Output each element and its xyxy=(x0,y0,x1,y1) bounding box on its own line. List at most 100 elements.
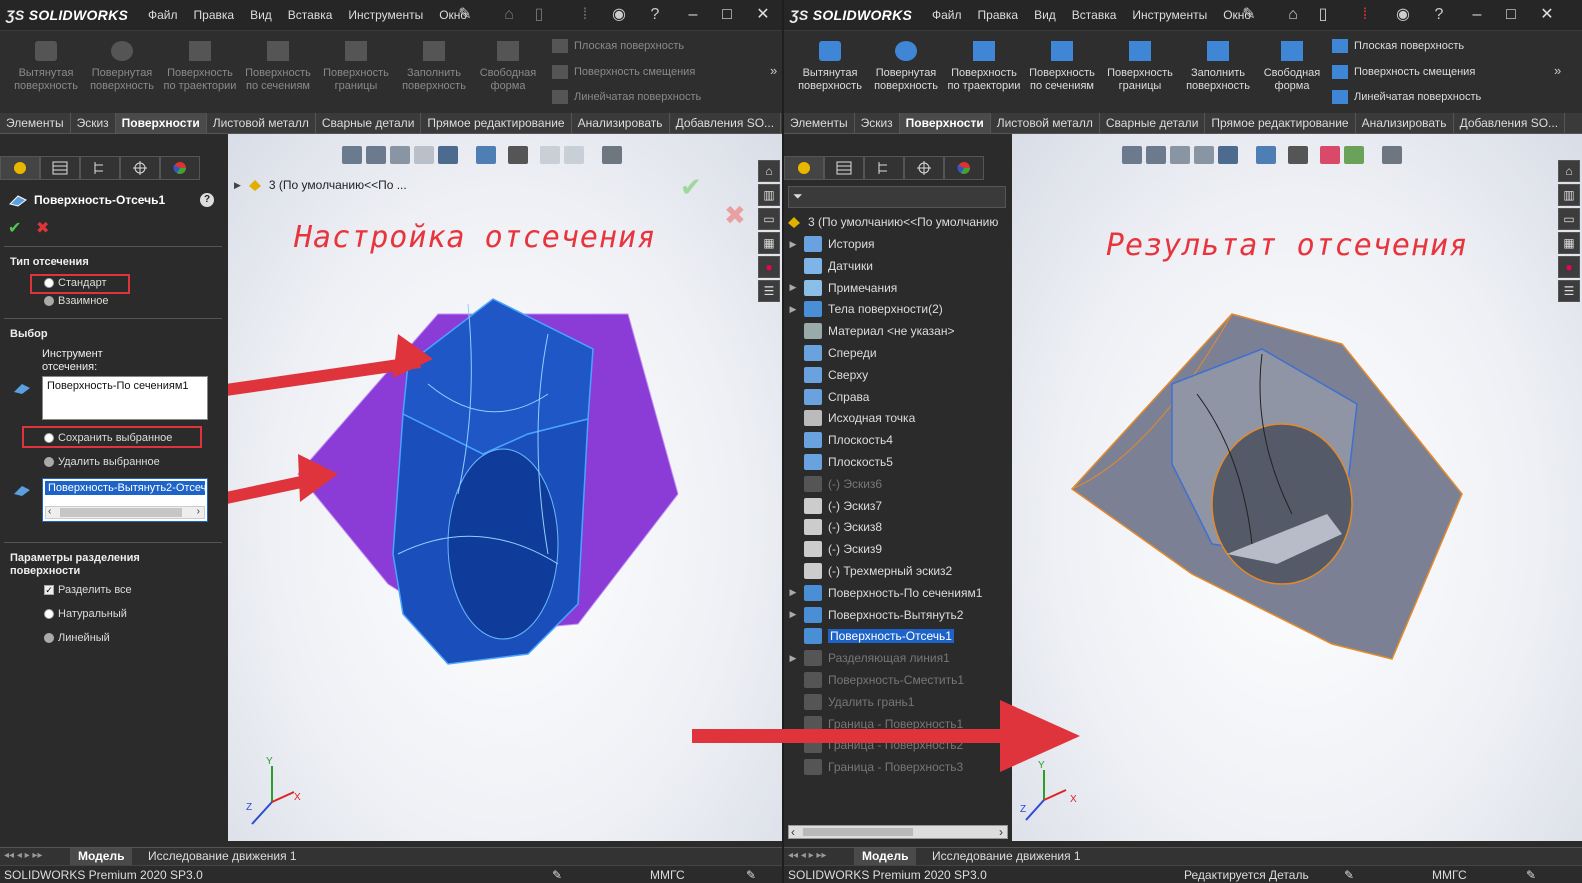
offset-surface-button[interactable]: Поверхность смещения xyxy=(1332,65,1475,79)
radio-natural[interactable]: Натуральный xyxy=(44,608,127,620)
tree-item[interactable]: (-) Эскиз9 xyxy=(788,539,882,559)
close-button[interactable]: ✕ xyxy=(1534,4,1560,26)
expand-arrow-icon[interactable]: ▶ xyxy=(788,609,798,620)
ribbon-more-chevron-icon[interactable]: » xyxy=(770,63,777,78)
menu-file[interactable]: Файл xyxy=(140,8,186,22)
menu-edit[interactable]: Правка xyxy=(970,8,1027,22)
dim-expert-tab-icon[interactable] xyxy=(120,156,160,180)
graphics-area[interactable]: Результат отсечения Y X Z ⌂ ▥ ▭ ▦ ● ☰ xyxy=(1012,134,1582,841)
expand-arrow-icon[interactable]: ▶ xyxy=(788,304,798,315)
filled-surface-button[interactable]: Заполнить поверхность xyxy=(396,37,472,93)
appearances-icon[interactable]: ● xyxy=(758,256,780,278)
scroll-left-icon[interactable]: ‹ xyxy=(48,506,51,517)
tab-model[interactable]: Модель xyxy=(70,848,133,866)
minimize-button[interactable]: – xyxy=(1464,4,1490,26)
extruded-surface-button[interactable]: Вытянутая поверхность xyxy=(792,37,868,93)
tree-item[interactable]: (-) Эскиз7 xyxy=(788,496,882,516)
appearances-icon[interactable]: ● xyxy=(1558,256,1580,278)
tab-sketch[interactable]: Эскиз xyxy=(855,113,900,133)
tab-sheet-metal[interactable]: Листовой металл xyxy=(207,113,316,133)
extruded-surface-button[interactable]: Вытянутая поверхность xyxy=(8,37,84,93)
planar-surface-button[interactable]: Плоская поверхность xyxy=(552,39,684,53)
planar-surface-button[interactable]: Плоская поверхность xyxy=(1332,39,1464,53)
tree-item[interactable]: (-) Эскиз6 xyxy=(788,474,882,494)
filled-surface-button[interactable]: Заполнить поверхность xyxy=(1180,37,1256,93)
tree-item[interactable]: Граница - Поверхность1 xyxy=(788,714,963,734)
tab-surfaces[interactable]: Поверхности xyxy=(115,113,207,133)
freeform-button[interactable]: Свободная форма xyxy=(1254,37,1330,93)
minimize-button[interactable]: – xyxy=(680,4,706,26)
tree-item[interactable]: (-) Трехмерный эскиз2 xyxy=(788,561,952,581)
status-units[interactable]: ММГС xyxy=(650,868,685,882)
tree-item[interactable]: Граница - Поверхность2 xyxy=(788,735,963,755)
menu-file[interactable]: Файл xyxy=(924,8,970,22)
tab-evaluate[interactable]: Анализировать xyxy=(1356,113,1454,133)
tab-weldments[interactable]: Сварные детали xyxy=(316,113,422,133)
radio-remove-selected[interactable]: Удалить выбранное xyxy=(44,456,160,468)
tab-weldments[interactable]: Сварные детали xyxy=(1100,113,1206,133)
tree-item[interactable]: ▶ Примечания xyxy=(788,278,897,298)
tab-direct-editing[interactable]: Прямое редактирование xyxy=(1205,113,1356,133)
lofted-surface-button[interactable]: Поверхность по сечениям xyxy=(240,37,316,93)
help-icon[interactable]: ? xyxy=(644,5,666,25)
tree-item[interactable]: ▶ Поверхность-По сечениям1 xyxy=(788,583,982,603)
new-doc-icon[interactable]: ▯ xyxy=(1312,5,1334,25)
dim-expert-tab-icon[interactable] xyxy=(904,156,944,180)
traffic-light-icon[interactable]: ⁞ xyxy=(574,5,596,25)
tree-item[interactable]: Плоскость4 xyxy=(788,430,893,450)
menu-view[interactable]: Вид xyxy=(1026,8,1064,22)
tree-item[interactable]: ▶ История xyxy=(788,234,875,254)
boundary-surface-button[interactable]: Поверхность границы xyxy=(1102,37,1178,93)
feature-manager-tab-icon[interactable] xyxy=(784,156,824,180)
design-library-icon[interactable]: ▥ xyxy=(1558,184,1580,206)
tree-item[interactable]: Плоскость5 xyxy=(788,452,893,472)
tree-item[interactable]: Спереди xyxy=(788,343,877,363)
tab-evaluate[interactable]: Анализировать xyxy=(572,113,670,133)
tree-item[interactable]: ▶ Тела поверхности(2) xyxy=(788,299,943,319)
tab-direct-editing[interactable]: Прямое редактирование xyxy=(421,113,572,133)
property-manager-tab-icon[interactable] xyxy=(40,156,80,180)
new-doc-icon[interactable]: ▯ xyxy=(528,5,550,25)
scroll-thumb[interactable] xyxy=(60,508,182,517)
tree-item[interactable]: Поверхность-Сместить1 xyxy=(788,670,964,690)
close-button[interactable]: ✕ xyxy=(750,4,776,26)
radio-linear[interactable]: Линейный xyxy=(44,632,110,644)
tree-item[interactable]: ▶ Разделяющая линия1 xyxy=(788,648,950,668)
display-manager-tab-icon[interactable] xyxy=(944,156,984,180)
tree-item[interactable]: Исходная точка xyxy=(788,408,915,428)
customize-icon[interactable]: ✎ xyxy=(746,868,756,882)
tree-item[interactable]: (-) Эскиз8 xyxy=(788,517,882,537)
pin-icon[interactable]: ✎ xyxy=(1238,5,1260,25)
revolved-surface-button[interactable]: Повернутая поверхность xyxy=(84,37,160,93)
view-palette-icon[interactable]: ▦ xyxy=(1558,232,1580,254)
selected-pieces-list[interactable]: Поверхность-Вытянуть2-Отсеч ‹ › xyxy=(42,478,208,522)
ruled-surface-button[interactable]: Линейчатая поверхность xyxy=(552,90,701,104)
expand-arrow-icon[interactable]: ▶ xyxy=(788,282,798,293)
cancel-x-icon[interactable]: ✖ xyxy=(36,218,49,238)
tab-sketch[interactable]: Эскиз xyxy=(71,113,116,133)
tab-model[interactable]: Модель xyxy=(854,848,917,866)
menu-insert[interactable]: Вставка xyxy=(1064,8,1125,22)
feature-manager-tab-icon[interactable] xyxy=(0,156,40,180)
view-palette-icon[interactable]: ▦ xyxy=(758,232,780,254)
tree-item[interactable]: Справа xyxy=(788,387,869,407)
status-units[interactable]: ММГС xyxy=(1432,868,1467,882)
tree-root[interactable]: 3 (По умолчанию<<По умолчанию xyxy=(786,212,998,232)
tree-item[interactable]: Датчики xyxy=(788,256,873,276)
swept-surface-button[interactable]: Поверхность по траектории xyxy=(946,37,1022,93)
property-manager-tab-icon[interactable] xyxy=(824,156,864,180)
ribbon-more-chevron-icon[interactable]: » xyxy=(1554,63,1561,78)
revolved-surface-button[interactable]: Повернутая поверхность xyxy=(868,37,944,93)
nav-arrows-icon[interactable]: ◂◂ ◂ ▸ ▸▸ xyxy=(4,850,42,861)
swept-surface-button[interactable]: Поверхность по траектории xyxy=(162,37,238,93)
selected-piece-item[interactable]: Поверхность-Вытянуть2-Отсеч xyxy=(45,481,205,495)
tree-scrollbar[interactable]: ‹ › xyxy=(788,825,1008,839)
scroll-right-icon[interactable]: › xyxy=(999,825,1003,839)
boundary-surface-button[interactable]: Поверхность границы xyxy=(318,37,394,93)
config-manager-tab-icon[interactable] xyxy=(80,156,120,180)
custom-properties-icon[interactable]: ☰ xyxy=(758,280,780,302)
home-icon[interactable]: ⌂ xyxy=(498,5,520,25)
filter-input[interactable]: ⏷ xyxy=(788,186,1006,208)
trim-tool-field[interactable]: Поверхность-По сечениям1 xyxy=(42,376,208,420)
home-icon[interactable]: ⌂ xyxy=(1282,5,1304,25)
